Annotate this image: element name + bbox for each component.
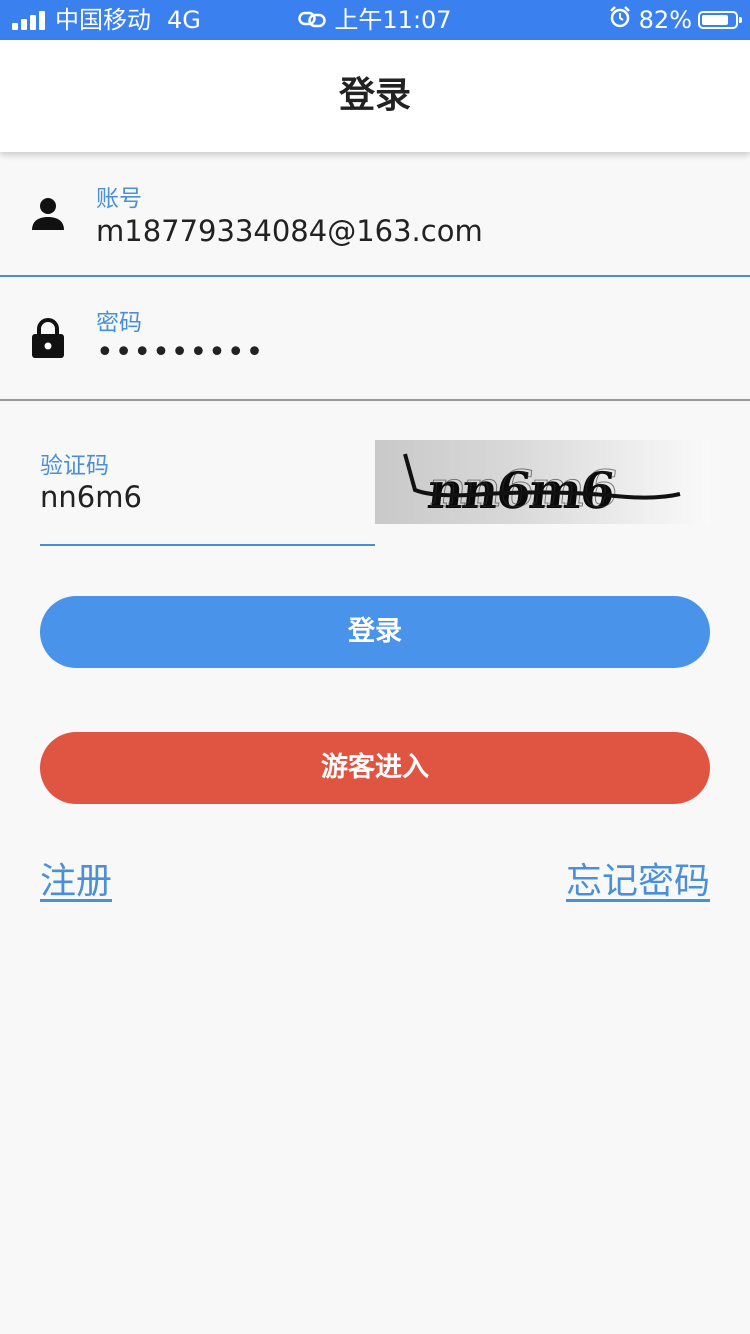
account-label: 账号 (96, 186, 142, 212)
nav-bar: 登录 (0, 40, 750, 152)
status-time: 上午11:07 (334, 6, 452, 34)
status-bar: 中国移动 4G 上午11:07 82% (0, 0, 750, 40)
captcha-image[interactable]: nn6m6 nn6m6 (375, 440, 710, 524)
battery-icon (698, 11, 742, 29)
captcha-image-text-shadow: nn6m6 (428, 459, 619, 518)
status-bar-right: 82% (609, 0, 742, 40)
page-title: 登录 (338, 75, 411, 116)
password-input[interactable]: ••••••••• (96, 335, 264, 370)
account-field[interactable]: 账号 m18779334084@163.com (0, 152, 750, 277)
guest-enter-button[interactable]: 游客进入 (40, 732, 710, 804)
lock-icon (30, 317, 66, 363)
forgot-password-link[interactable]: 忘记密码 (566, 852, 710, 904)
account-input[interactable]: m18779334084@163.com (96, 214, 483, 248)
alarm-icon (609, 0, 631, 40)
register-link[interactable]: 注册 (40, 852, 112, 904)
captcha-label: 验证码 (40, 453, 109, 479)
captcha-field[interactable]: 验证码 nn6m6 (40, 430, 375, 546)
password-field[interactable]: 密码 ••••••••• (0, 277, 750, 401)
link-icon (298, 1, 327, 41)
battery-percent: 82% (638, 6, 692, 34)
person-icon (30, 196, 66, 236)
password-label: 密码 (96, 310, 142, 336)
login-button[interactable]: 登录 (40, 596, 710, 668)
captcha-input[interactable]: nn6m6 (40, 480, 142, 514)
